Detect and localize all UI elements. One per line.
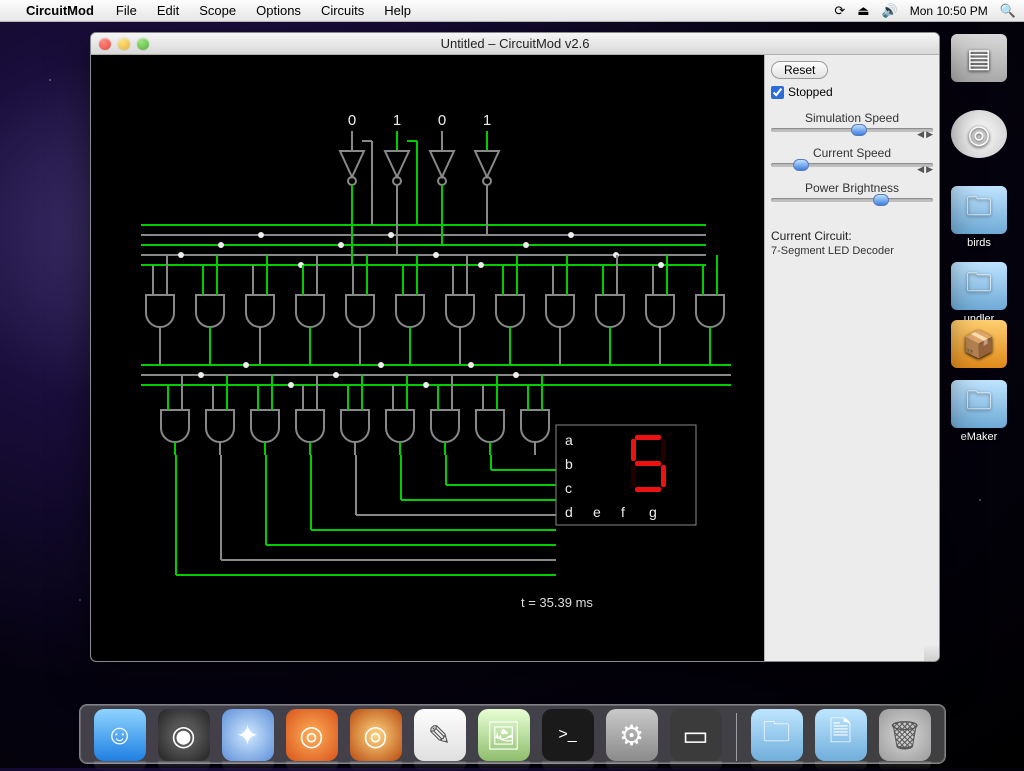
desktop-cd[interactable]: ◎ — [942, 110, 1016, 161]
menu-scope[interactable]: Scope — [189, 3, 246, 18]
sim-speed-stepper[interactable]: ◀▶ — [771, 129, 933, 140]
reset-button[interactable]: Reset — [771, 61, 828, 79]
cur-speed-stepper[interactable]: ◀▶ — [771, 164, 933, 175]
svg-text:e: e — [593, 504, 601, 520]
chevron-right-icon[interactable]: ▶ — [926, 129, 933, 140]
eject-icon[interactable]: ⏏ — [857, 3, 869, 19]
side-panel: Reset Stopped Simulation Speed ◀▶ Curren… — [764, 55, 939, 661]
dock-chip[interactable]: ▭ — [670, 709, 722, 761]
power-bright-slider[interactable] — [771, 195, 933, 205]
stopped-checkbox-input[interactable] — [771, 86, 784, 99]
dock: ☺ ◉ ✦ ◎ ◎ ✎ 🖼 >_ ⚙ ▭ 🗀 🗎 🗑 — [0, 704, 1024, 764]
svg-text:d: d — [565, 504, 573, 520]
circuit-canvas[interactable]: 0 1 0 1 — [91, 55, 764, 661]
menubar: CircuitMod File Edit Scope Options Circu… — [0, 0, 1024, 22]
menu-edit[interactable]: Edit — [147, 3, 189, 18]
volume-icon[interactable]: 🔊 — [882, 3, 898, 19]
dock-sysprefs[interactable]: ⚙ — [606, 709, 658, 761]
minimize-button[interactable] — [118, 38, 130, 50]
dock-separator — [736, 713, 737, 761]
time-readout: t = 35.39 ms — [521, 595, 593, 610]
titlebar[interactable]: Untitled – CircuitMod v2.6 — [91, 33, 939, 55]
sim-speed-label: Simulation Speed — [771, 111, 933, 125]
chevron-right-icon[interactable]: ▶ — [926, 164, 933, 175]
resize-handle[interactable] — [924, 646, 939, 661]
dock-terminal[interactable]: >_ — [542, 709, 594, 761]
dock-folder-apps[interactable]: 🗀 — [751, 709, 803, 761]
input-bit-3: 1 — [483, 112, 491, 129]
stopped-label: Stopped — [788, 85, 833, 99]
svg-text:g: g — [649, 504, 657, 520]
menu-circuits[interactable]: Circuits — [311, 3, 374, 18]
input-bit-0: 0 — [348, 112, 356, 129]
spotlight-icon[interactable]: 🔍 — [1000, 3, 1016, 19]
input-bit-1: 1 — [393, 112, 401, 129]
menu-file[interactable]: File — [106, 3, 147, 18]
desktop-folder-3[interactable]: 📦 — [942, 320, 1016, 371]
dock-folder-docs[interactable]: 🗎 — [815, 709, 867, 761]
menu-help[interactable]: Help — [374, 3, 421, 18]
chevron-left-icon[interactable]: ◀ — [917, 129, 924, 140]
app-window: Untitled – CircuitMod v2.6 0 1 0 1 — [90, 32, 940, 662]
current-circuit-heading: Current Circuit: — [771, 229, 933, 243]
stopped-checkbox[interactable]: Stopped — [771, 85, 933, 99]
dock-finder[interactable]: ☺ — [94, 709, 146, 761]
app-menu[interactable]: CircuitMod — [16, 3, 104, 18]
chevron-left-icon[interactable]: ◀ — [917, 164, 924, 175]
timemachine-icon[interactable]: ⟳ — [834, 3, 845, 19]
seven-segment-display: a b c d e f g — [556, 425, 696, 525]
input-bit-2: 0 — [438, 112, 446, 129]
clock[interactable]: Mon 10:50 PM — [910, 4, 988, 18]
menu-options[interactable]: Options — [246, 3, 311, 18]
dock-textedit[interactable]: ✎ — [414, 709, 466, 761]
svg-text:a: a — [565, 432, 573, 448]
dock-trash[interactable]: 🗑 — [879, 709, 931, 761]
window-title: Untitled – CircuitMod v2.6 — [91, 36, 939, 51]
dock-dashboard[interactable]: ◉ — [158, 709, 210, 761]
zoom-button[interactable] — [137, 38, 149, 50]
dock-preview[interactable]: 🖼 — [478, 709, 530, 761]
dock-firefox-alt[interactable]: ◎ — [350, 709, 402, 761]
desktop-folder-4[interactable]: 🗀eMaker — [942, 380, 1016, 443]
close-button[interactable] — [99, 38, 111, 50]
current-circuit-name: 7-Segment LED Decoder — [771, 245, 933, 257]
desktop-folder-1[interactable]: 🗀birds — [942, 186, 1016, 249]
svg-text:f: f — [621, 504, 625, 520]
desktop-hd[interactable]: ▤ — [942, 34, 1016, 85]
dock-safari[interactable]: ✦ — [222, 709, 274, 761]
desktop-folder-2[interactable]: 🗀undler — [942, 262, 1016, 325]
dock-firefox[interactable]: ◎ — [286, 709, 338, 761]
svg-text:b: b — [565, 456, 573, 472]
svg-text:c: c — [565, 480, 572, 496]
cur-speed-label: Current Speed — [771, 146, 933, 160]
power-bright-label: Power Brightness — [771, 181, 933, 195]
